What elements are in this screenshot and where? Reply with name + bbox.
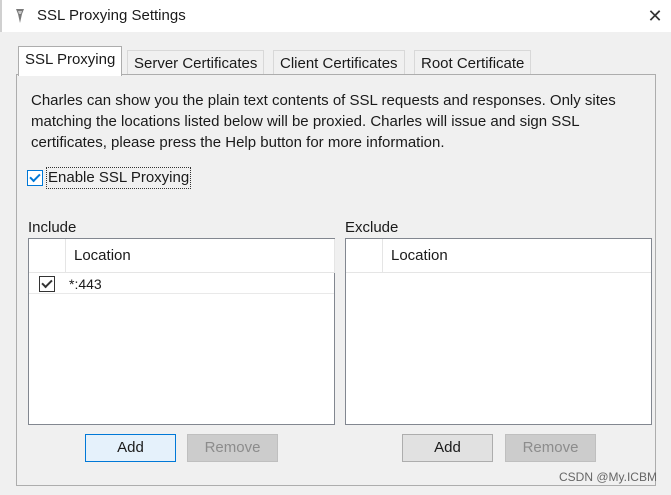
window-title: SSL Proxying Settings <box>37 7 186 24</box>
checkmark-icon <box>41 276 53 289</box>
column-divider <box>382 239 383 273</box>
location-cell: *:443 <box>69 276 102 292</box>
row-enabled-checkbox[interactable] <box>39 276 55 292</box>
dialog-body: SSL Proxying Server Certificates Client … <box>0 32 671 495</box>
include-list-header: Location <box>29 239 335 273</box>
charles-app-icon <box>16 9 24 23</box>
close-icon: ✕ <box>647 5 663 26</box>
exclude-remove-button[interactable]: Remove <box>505 434 596 462</box>
include-location-header[interactable]: Location <box>74 246 131 266</box>
exclude-label: Exclude <box>345 219 399 236</box>
tab-ssl-proxying[interactable]: SSL Proxying <box>18 46 123 76</box>
enable-ssl-proxying-label[interactable]: Enable SSL Proxying <box>46 167 192 189</box>
column-divider <box>65 239 66 273</box>
description-text: Charles can show you the plain text cont… <box>31 92 616 151</box>
exclude-add-button[interactable]: Add <box>402 434 493 462</box>
exclude-list-header: Location <box>346 239 651 273</box>
ssl-proxying-panel: Charles can show you the plain text cont… <box>16 74 656 486</box>
table-row[interactable]: *:443 <box>29 274 334 294</box>
include-label: Include <box>28 219 77 236</box>
include-remove-button[interactable]: Remove <box>187 434 278 462</box>
include-list[interactable]: Location *:443 <box>28 238 335 425</box>
enable-ssl-proxying-checkbox[interactable] <box>27 170 43 186</box>
close-button[interactable]: ✕ <box>640 2 670 30</box>
column-divider <box>334 239 335 273</box>
exclude-location-header[interactable]: Location <box>391 246 448 266</box>
enable-ssl-proxying-row[interactable]: Enable SSL Proxying <box>27 167 192 189</box>
checkmark-icon <box>29 170 41 183</box>
watermark: CSDN @My.ICBM <box>559 470 657 484</box>
include-add-button[interactable]: Add <box>85 434 176 462</box>
exclude-list[interactable]: Location <box>345 238 652 425</box>
title-bar: SSL Proxying Settings ✕ <box>0 0 671 32</box>
